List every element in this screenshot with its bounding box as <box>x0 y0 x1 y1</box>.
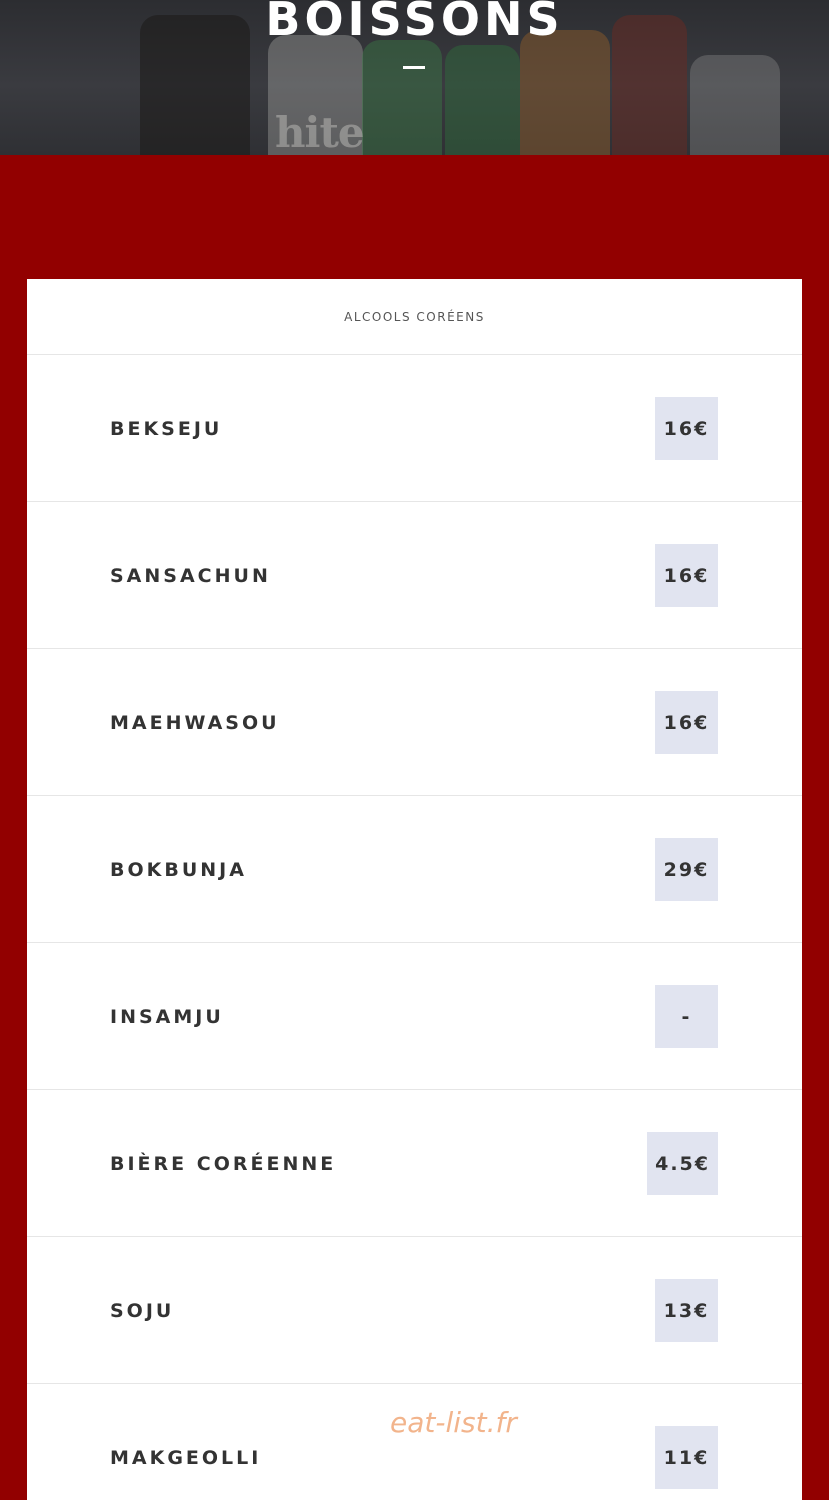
menu-item-price: 4.5€ <box>647 1132 718 1195</box>
menu-item-name: BIÈRE CORÉENNE <box>110 1152 337 1175</box>
menu-item-name: MAKGEOLLI <box>110 1446 262 1469</box>
bottle-image <box>520 30 610 155</box>
category-title: ALCOOLS CORÉENS <box>344 309 485 324</box>
menu-item-price: 29€ <box>655 838 718 901</box>
watermark-text: eat-list.fr <box>390 1406 517 1439</box>
menu-item: BIÈRE CORÉENNE 4.5€ <box>27 1090 802 1237</box>
page-title: BOISSONS <box>265 0 564 46</box>
menu-item: SANSACHUN 16€ <box>27 502 802 649</box>
menu-item: MAEHWASOU 16€ <box>27 649 802 796</box>
menu-card-header: ALCOOLS CORÉENS <box>27 279 802 355</box>
menu-item: SOJU 13€ <box>27 1237 802 1384</box>
menu-item-price: - <box>655 985 718 1048</box>
menu-item-name: BOKBUNJA <box>110 858 247 881</box>
bottle-image <box>690 55 780 155</box>
menu-item-name: MAEHWASOU <box>110 711 280 734</box>
menu-item-name: BEKSEJU <box>110 417 223 440</box>
menu-item-price: 16€ <box>655 544 718 607</box>
menu-item-name: SOJU <box>110 1299 175 1322</box>
menu-item-name: SANSACHUN <box>110 564 271 587</box>
menu-item-price: 16€ <box>655 397 718 460</box>
menu-item-price: 11€ <box>655 1426 718 1489</box>
bottle-label-text: hite <box>275 108 365 155</box>
menu-item: BEKSEJU 16€ <box>27 355 802 502</box>
hero-banner: hite BOISSONS <box>0 0 829 155</box>
title-divider <box>403 66 425 69</box>
menu-card: ALCOOLS CORÉENS BEKSEJU 16€ SANSACHUN 16… <box>27 279 802 1500</box>
menu-item: INSAMJU - <box>27 943 802 1090</box>
menu-item-name: INSAMJU <box>110 1005 224 1028</box>
menu-item-price: 13€ <box>655 1279 718 1342</box>
bottle-image <box>362 40 442 155</box>
menu-item: MAKGEOLLI 11€ <box>27 1384 802 1500</box>
menu-item: BOKBUNJA 29€ <box>27 796 802 943</box>
menu-item-price: 16€ <box>655 691 718 754</box>
bottle-image <box>445 45 520 155</box>
